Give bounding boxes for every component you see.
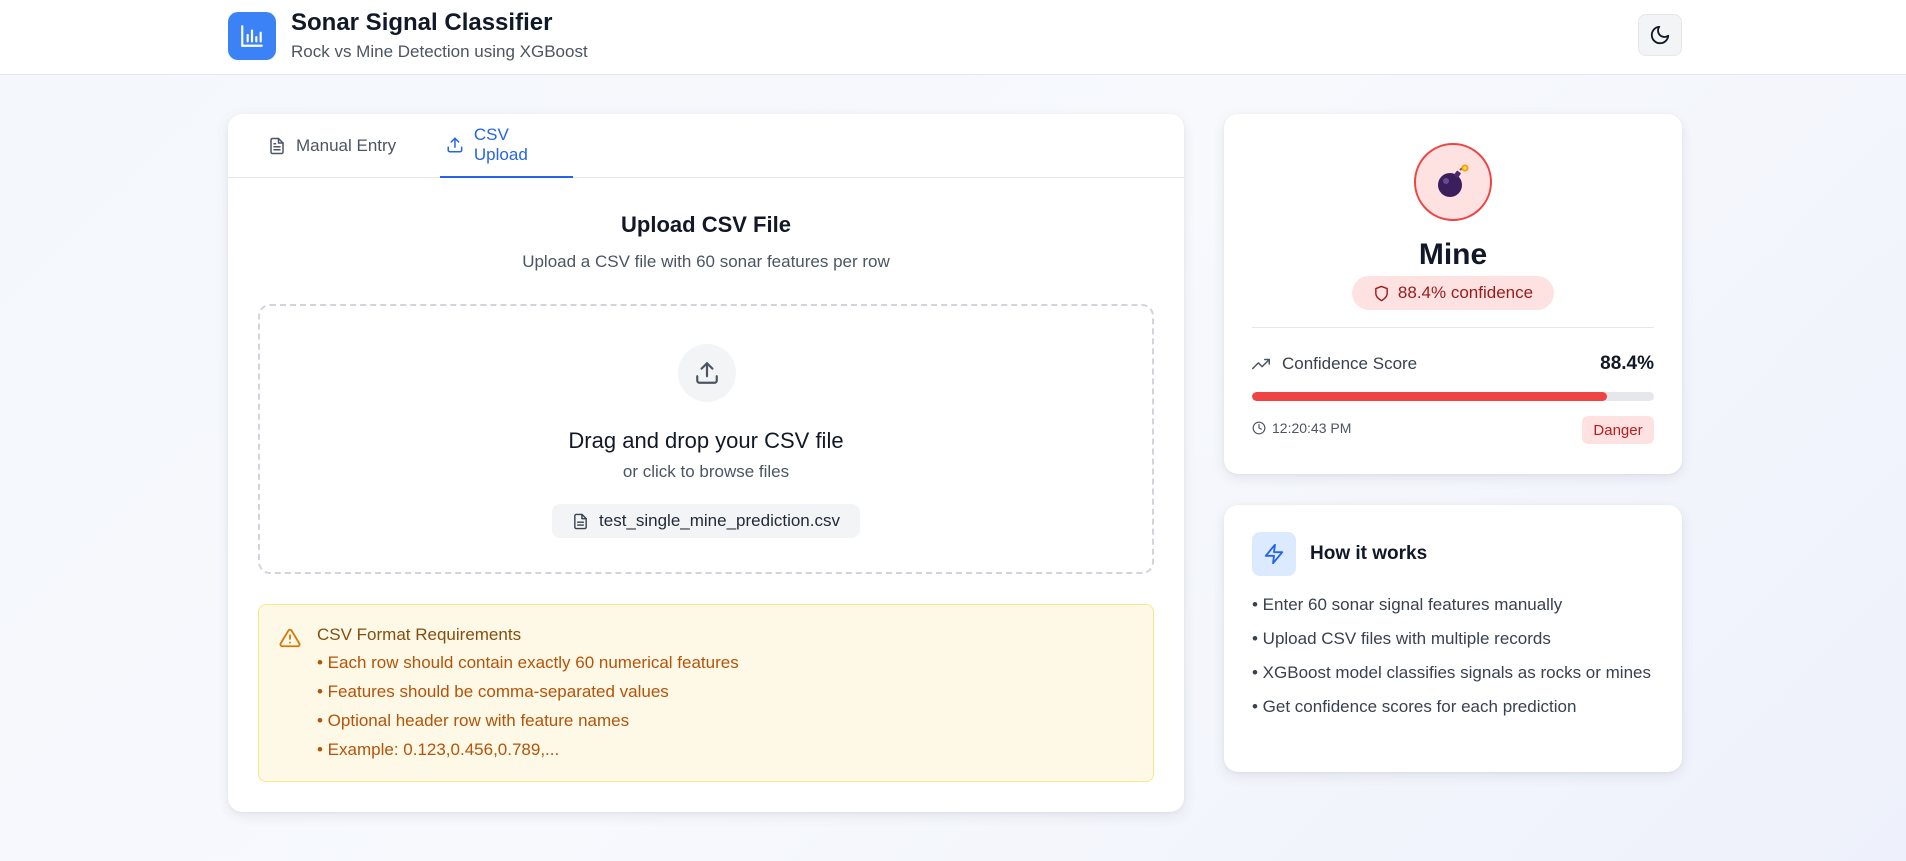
confidence-score-label: Confidence Score (1282, 354, 1418, 373)
shield-icon (1375, 285, 1388, 301)
upload-description: Upload a CSV file with 60 sonar features… (522, 252, 890, 271)
csv-dropzone[interactable]: Drag and drop your CSV file or click to … (258, 304, 1154, 574)
prediction-result-card: Mine 88.4% confidence Confidence Score 8… (1224, 114, 1682, 474)
input-tabs: Manual Entry CSV Upload (228, 114, 1184, 178)
divider (1252, 327, 1654, 328)
upload-icon (447, 137, 463, 153)
tab-csv-upload[interactable]: CSV Upload (440, 114, 573, 178)
file-text-icon (270, 137, 284, 155)
list-item: • Example: 0.123,0.456,0.789,... (317, 740, 560, 759)
prediction-time: 12:20:43 PM (1252, 416, 1351, 440)
tab-label: Manual Entry (296, 136, 397, 155)
upload-title: Upload CSV File (621, 212, 791, 237)
list-item: • Optional header row with feature names (317, 711, 630, 730)
bomb-icon (1414, 143, 1492, 221)
zap-icon (1252, 532, 1296, 576)
confidence-score-row: Confidence Score 88.4% (1252, 352, 1654, 376)
how-it-works-title: How it works (1310, 543, 1428, 564)
dropzone-title: Drag and drop your CSV file (568, 428, 844, 453)
moon-icon (1650, 25, 1670, 45)
app-header: Sonar Signal Classifier Rock vs Mine Det… (0, 0, 1906, 75)
requirements-list: • Each row should contain exactly 60 num… (317, 653, 739, 769)
csv-requirements-alert: CSV Format Requirements • Each row shoul… (258, 604, 1154, 782)
confidence-badge-text: 88.4% confidence (1397, 283, 1534, 302)
list-item: • Each row should contain exactly 60 num… (317, 653, 739, 672)
app-subtitle: Rock vs Mine Detection using XGBoost (291, 42, 588, 61)
prediction-label: Mine (1418, 238, 1488, 271)
confidence-progress-fill (1252, 392, 1608, 401)
list-item: • XGBoost model classifies signals as ro… (1252, 663, 1651, 682)
prediction-time-text: 12:20:43 PM (1272, 420, 1352, 436)
trending-up-icon (1252, 358, 1270, 370)
tab-manual-entry[interactable]: Manual Entry (262, 114, 402, 178)
theme-toggle-button[interactable] (1638, 14, 1682, 56)
status-badge: Danger (1582, 416, 1654, 444)
confidence-progress-bar (1252, 392, 1654, 401)
tab-label: CSV Upload (473, 125, 528, 164)
bar-chart-icon (228, 12, 276, 60)
file-name: test_single_mine_prediction.csv (599, 511, 840, 530)
upload-icon (678, 344, 736, 402)
app-title: Sonar Signal Classifier (291, 9, 553, 36)
warning-icon (279, 628, 301, 648)
confidence-score-value: 88.4% (1600, 353, 1654, 374)
how-it-works-card: How it works • Enter 60 sonar signal fea… (1224, 505, 1682, 772)
confidence-badge: 88.4% confidence (1352, 276, 1554, 310)
input-card: Manual Entry CSV Upload Upload CSV File … (228, 114, 1184, 812)
list-item: • Upload CSV files with multiple records (1252, 629, 1551, 648)
list-item: • Get confidence scores for each predict… (1252, 697, 1577, 716)
file-icon (574, 513, 587, 529)
list-item: • Features should be comma-separated val… (317, 682, 669, 701)
dropzone-subtitle: or click to browse files (622, 462, 790, 481)
selected-file-chip: test_single_mine_prediction.csv (552, 504, 860, 538)
how-it-works-list: • Enter 60 sonar signal features manuall… (1252, 593, 1654, 729)
requirements-title: CSV Format Requirements (317, 625, 522, 644)
list-item: • Enter 60 sonar signal features manuall… (1252, 595, 1563, 614)
clock-icon (1252, 421, 1266, 435)
